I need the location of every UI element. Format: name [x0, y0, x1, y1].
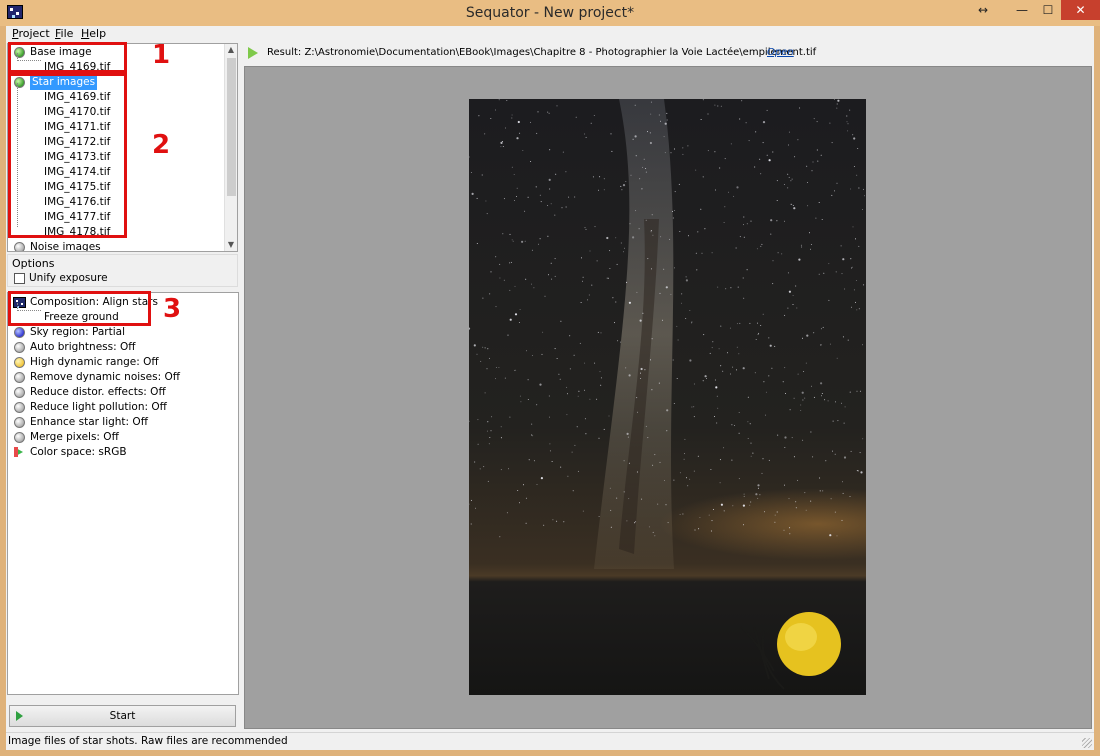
menu-project[interactable]: Project: [12, 27, 50, 40]
annotation-box-2: [8, 73, 127, 238]
client-area: Project File Help Base image IMG_4169.ti…: [6, 26, 1094, 750]
grey-ball-icon: [14, 242, 25, 251]
unify-exposure-checkbox[interactable]: [14, 273, 25, 284]
status-text: Image files of star shots. Raw files are…: [8, 735, 288, 747]
grey-ball-icon: [14, 387, 25, 398]
settings-tree[interactable]: Composition: Align stars Freeze ground S…: [7, 292, 239, 695]
yellow-ball-icon: [14, 357, 25, 368]
maximize-button[interactable]: ☐: [1035, 0, 1061, 20]
menu-file-label: ile: [60, 27, 74, 40]
scroll-down-icon[interactable]: ▼: [225, 239, 237, 251]
title-bar[interactable]: Sequator - New project* ↔ — ☐ ✕: [0, 0, 1100, 26]
start-button[interactable]: Start: [9, 705, 236, 727]
scroll-up-icon[interactable]: ▲: [225, 44, 237, 56]
annotation-number-1: 1: [152, 40, 171, 70]
menu-help-label: elp: [89, 27, 107, 40]
grey-ball-icon: [14, 342, 25, 353]
setting-label: Enhance star light: Off: [30, 416, 148, 428]
preview-area[interactable]: [244, 66, 1092, 729]
resize-grip-icon[interactable]: [1082, 738, 1092, 748]
resize-icon[interactable]: ↔: [972, 0, 994, 20]
grey-ball-icon: [14, 372, 25, 383]
setting-label: Reduce distor. effects: Off: [30, 386, 166, 398]
grey-ball-icon: [14, 417, 25, 428]
annotation-number-2: 2: [152, 130, 171, 160]
setting-label: Remove dynamic noises: Off: [30, 371, 180, 383]
start-button-label: Start: [109, 710, 136, 722]
unify-exposure-label[interactable]: Unify exposure: [29, 272, 108, 284]
blue-ball-icon: [14, 327, 25, 338]
setting-label: High dynamic range: Off: [30, 356, 159, 368]
close-button[interactable]: ✕: [1061, 0, 1100, 20]
options-group: Options Unify exposure: [7, 254, 238, 287]
annotation-number-3: 3: [163, 294, 182, 324]
setting-label: Sky region: Partial: [30, 326, 126, 338]
setting-label: Color space: sRGB: [30, 446, 127, 458]
menu-help[interactable]: Help: [81, 27, 106, 40]
annotation-box-3: [8, 291, 151, 326]
milky-way-photo: [469, 99, 866, 695]
status-bar: Image files of star shots. Raw files are…: [6, 732, 1094, 750]
setting-label: Auto brightness: Off: [30, 341, 136, 353]
grey-ball-icon: [14, 402, 25, 413]
preview-photo: [469, 99, 866, 695]
annotation-box-1: [8, 42, 127, 73]
color-space-icon: [14, 447, 23, 457]
app-window: Sequator - New project* ↔ — ☐ ✕ Project …: [0, 0, 1100, 756]
menu-file[interactable]: File: [55, 27, 73, 40]
minimize-button[interactable]: —: [1009, 0, 1035, 20]
open-result-link[interactable]: Open: [767, 47, 794, 58]
tree-scrollbar[interactable]: ▲ ▼: [224, 44, 237, 251]
arrow-right-icon: [248, 47, 258, 59]
options-title: Options: [12, 257, 55, 270]
setting-label: Reduce light pollution: Off: [30, 401, 167, 413]
noise-images-label: Noise images: [30, 241, 101, 252]
result-path: Result: Z:\Astronomie\Documentation\EBoo…: [267, 47, 817, 58]
result-bar: Result: Z:\Astronomie\Documentation\EBoo…: [244, 42, 1092, 64]
grey-ball-icon: [14, 432, 25, 443]
window-title: Sequator - New project*: [465, 5, 635, 21]
scroll-thumb[interactable]: [227, 58, 236, 196]
menu-project-label: roject: [18, 27, 50, 40]
setting-label: Merge pixels: Off: [30, 431, 119, 443]
play-icon: [16, 711, 23, 721]
